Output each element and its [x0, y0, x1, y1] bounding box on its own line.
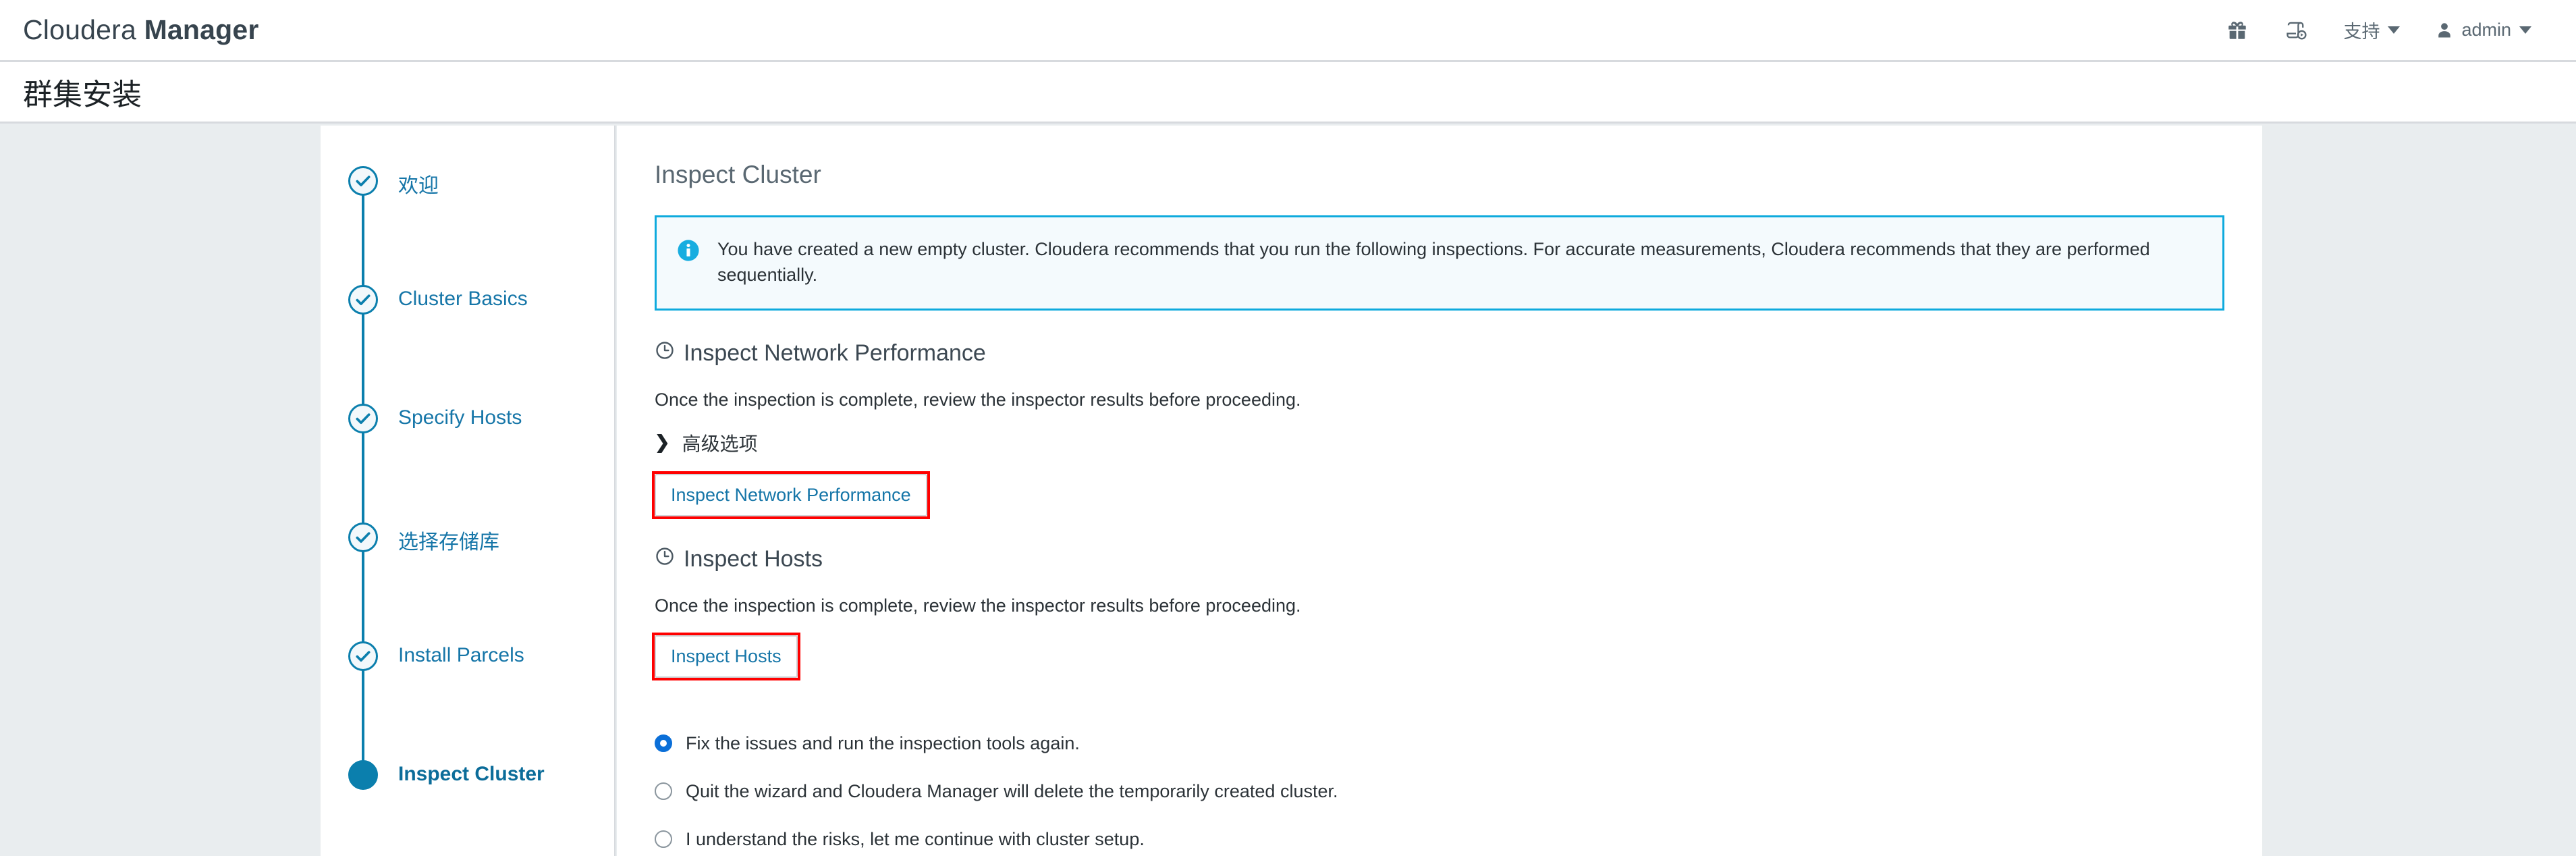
network-section-description: Once the inspection is complete, review …	[655, 389, 1301, 410]
radio-button[interactable]	[655, 830, 672, 849]
sidebar-step-label: Cluster Basics	[398, 288, 528, 310]
radio-label: Quit the wizard and Cloudera Manager wil…	[686, 780, 1338, 801]
step-check-icon	[348, 166, 378, 196]
radio-label: Fix the issues and run the inspection to…	[686, 732, 1080, 753]
hosts-section-description: Once the inspection is complete, review …	[655, 595, 1301, 616]
page-body: 欢迎 Cluster Basics Specify Hosts 选择存储库 In…	[0, 126, 2576, 856]
info-alert: You have created a new empty cluster. Cl…	[655, 215, 2224, 311]
parcel-log-icon	[2284, 19, 2308, 42]
user-label: admin	[2461, 20, 2511, 40]
gift-icon-button[interactable]	[2208, 0, 2266, 61]
advanced-options-label: 高级选项	[682, 433, 758, 454]
user-menu[interactable]: admin	[2417, 0, 2549, 61]
radio-option-fix-issues[interactable]: Fix the issues and run the inspection to…	[655, 733, 2224, 754]
inspect-hosts-button[interactable]: Inspect Hosts	[655, 635, 798, 678]
step-check-icon	[348, 641, 378, 671]
main-content-panel: Inspect Cluster You have created a new e…	[617, 126, 2262, 856]
hosts-section-heading: Inspect Hosts	[655, 546, 2224, 572]
step-check-icon	[348, 285, 378, 315]
sidebar-step-cluster-basics[interactable]: Cluster Basics	[321, 273, 614, 419]
sidebar-step-select-repository[interactable]: 选择存储库	[321, 510, 614, 656]
sidebar-step-inspect-cluster[interactable]: Inspect Cluster	[321, 748, 614, 809]
sidebar-step-specify-hosts[interactable]: Specify Hosts	[321, 392, 614, 537]
radio-option-continue-setup[interactable]: I understand the risks, let me continue …	[655, 829, 2224, 850]
advanced-options-toggle[interactable]: ❯ 高级选项	[655, 429, 2224, 456]
inspect-network-performance-button-wrap: Inspect Network Performance	[652, 471, 930, 519]
chevron-down-icon	[2519, 26, 2531, 34]
sidebar-step-label: Install Parcels	[398, 644, 524, 666]
wizard-step-list: 欢迎 Cluster Basics Specify Hosts 选择存储库 In…	[321, 126, 614, 809]
step-check-icon	[348, 523, 378, 552]
radio-button[interactable]	[655, 782, 672, 801]
step-check-icon	[348, 404, 378, 433]
page-title-band: 群集安装	[0, 62, 2576, 124]
top-navbar: Cloudera Manager 支持 admin	[0, 0, 2576, 62]
post-inspection-options: Fix the issues and run the inspection to…	[655, 733, 2224, 850]
info-alert-text: You have created a new empty cluster. Cl…	[717, 239, 2150, 286]
sidebar-step-label: Specify Hosts	[398, 406, 522, 429]
info-circle-icon	[677, 239, 700, 265]
sidebar-step-label: Inspect Cluster	[398, 763, 545, 785]
inspect-network-performance-button[interactable]: Inspect Network Performance	[655, 473, 927, 516]
parcel-log-icon-button[interactable]	[2266, 0, 2326, 61]
sidebar-step-install-parcels[interactable]: Install Parcels	[321, 629, 614, 775]
wizard-sidebar: 欢迎 Cluster Basics Specify Hosts 选择存储库 In…	[321, 126, 615, 856]
chevron-right-icon: ❯	[655, 432, 670, 453]
radio-label: I understand the risks, let me continue …	[686, 828, 1145, 849]
radio-button[interactable]	[655, 734, 672, 753]
brand-bold: Manager	[144, 14, 259, 45]
support-menu[interactable]: 支持	[2326, 0, 2417, 61]
sidebar-step-label: 欢迎	[398, 175, 439, 197]
network-section-heading: Inspect Network Performance	[655, 340, 2224, 367]
chevron-down-icon	[2388, 26, 2401, 34]
step-active-dot-icon	[348, 760, 378, 790]
radio-option-quit-wizard[interactable]: Quit the wizard and Cloudera Manager wil…	[655, 781, 2224, 802]
inspect-hosts-button-wrap: Inspect Hosts	[652, 632, 800, 680]
support-label: 支持	[2343, 22, 2380, 42]
brand-light: Cloudera	[23, 14, 144, 45]
sidebar-step-welcome[interactable]: 欢迎	[321, 154, 614, 300]
network-section-title: Inspect Network Performance	[684, 340, 986, 366]
clock-icon	[655, 546, 675, 572]
page-title: 群集安装	[23, 78, 142, 111]
content-heading: Inspect Cluster	[655, 161, 821, 188]
gift-icon	[2226, 19, 2249, 42]
app-logo[interactable]: Cloudera Manager	[23, 14, 259, 46]
sidebar-step-label: 选择存储库	[398, 531, 499, 554]
hosts-section-title: Inspect Hosts	[684, 545, 823, 572]
navbar-right-group: 支持 admin	[2208, 0, 2576, 61]
user-icon	[2435, 21, 2454, 40]
clock-icon	[655, 340, 675, 367]
